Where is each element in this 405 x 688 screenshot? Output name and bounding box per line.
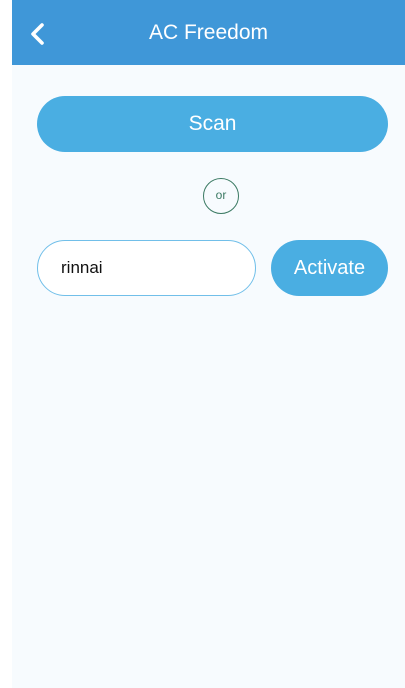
page-title: AC Freedom [148, 21, 269, 44]
activate-button[interactable]: Activate [271, 240, 388, 296]
activation-code-field[interactable] [37, 240, 256, 296]
screen-left-edge [0, 0, 12, 688]
scan-button[interactable]: Scan [37, 96, 388, 152]
or-separator: or [203, 178, 239, 214]
activation-code-input[interactable] [61, 241, 241, 294]
